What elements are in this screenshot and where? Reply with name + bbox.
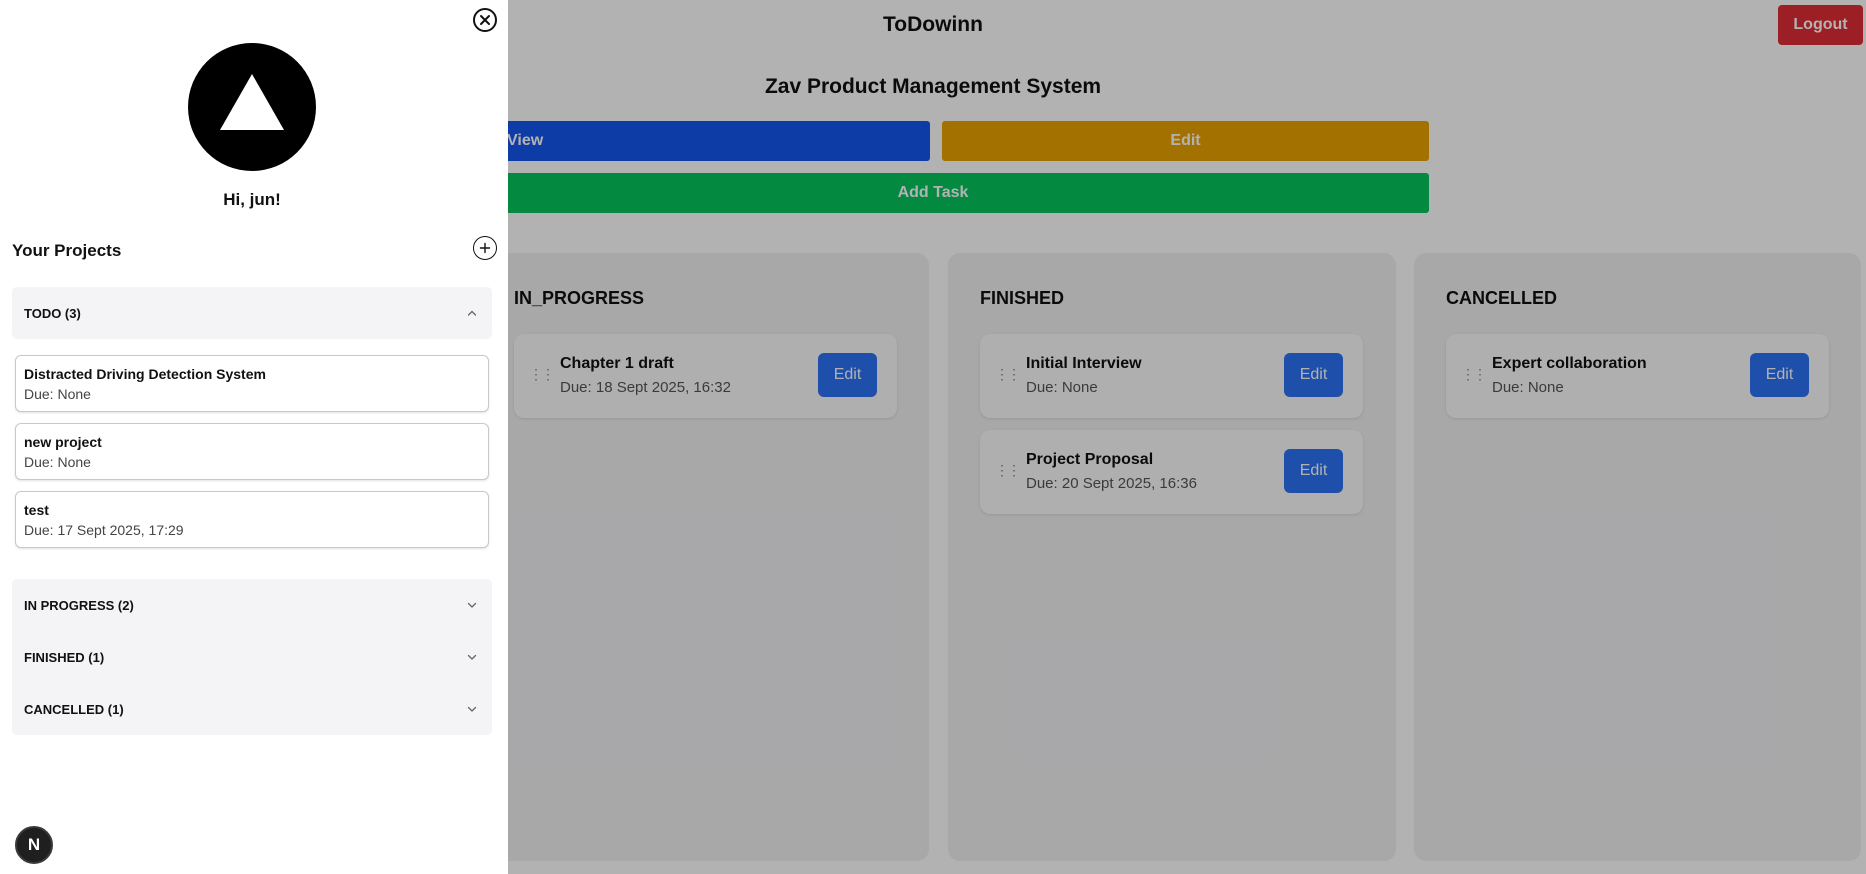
project-list-item[interactable]: Distracted Driving Detection System Due:… — [15, 355, 489, 412]
triangle-logo-icon — [220, 74, 284, 130]
avatar — [188, 43, 316, 171]
project-name: test — [24, 502, 49, 518]
group-label: FINISHED (1) — [24, 650, 105, 665]
group-label: CANCELLED (1) — [24, 702, 124, 717]
plus-icon — [479, 242, 491, 254]
user-greeting: Hi, jun! — [223, 190, 281, 209]
project-name: new project — [24, 434, 102, 450]
project-group-finished[interactable]: FINISHED (1) — [12, 631, 492, 683]
sidebar-drawer: Hi, jun! Your Projects TODO (3) Distract… — [0, 0, 508, 874]
project-group-in-progress[interactable]: IN PROGRESS (2) — [12, 579, 492, 631]
project-group-cancelled[interactable]: CANCELLED (1) — [12, 683, 492, 735]
project-due: Due: None — [24, 454, 91, 470]
chevron-down-icon — [467, 602, 477, 608]
close-icon — [480, 15, 490, 25]
project-name: Distracted Driving Detection System — [24, 366, 266, 382]
group-label: TODO (3) — [24, 306, 81, 321]
group-label: IN PROGRESS (2) — [24, 598, 134, 613]
add-project-button[interactable] — [473, 236, 497, 260]
project-list-item[interactable]: test Due: 17 Sept 2025, 17:29 — [15, 491, 489, 548]
project-group-todo[interactable]: TODO (3) — [12, 287, 492, 339]
projects-heading: Your Projects — [12, 241, 122, 260]
project-due: Due: None — [24, 386, 91, 402]
chevron-up-icon — [467, 310, 477, 316]
project-list-item[interactable]: new project Due: None — [15, 423, 489, 480]
close-sidebar-button[interactable] — [473, 8, 497, 32]
chevron-down-icon — [467, 706, 477, 712]
dev-tools-badge[interactable]: N — [15, 826, 53, 864]
chevron-down-icon — [467, 654, 477, 660]
project-due: Due: 17 Sept 2025, 17:29 — [24, 522, 184, 538]
